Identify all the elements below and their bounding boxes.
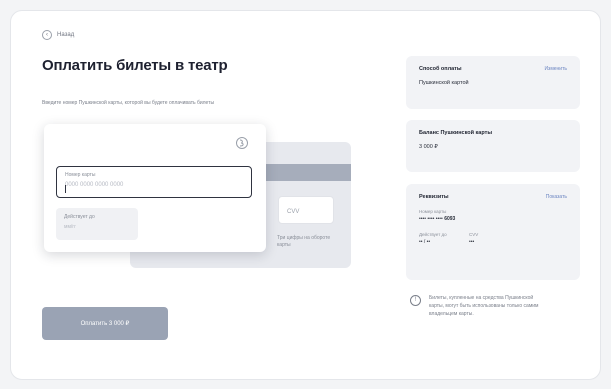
card-expiry-label: Действует до — [64, 214, 95, 220]
cvv-hint: Три цифры на обороте карты — [277, 235, 331, 248]
change-payment-link[interactable]: Изменить — [544, 66, 567, 72]
back-link[interactable]: ‹ Назад — [42, 30, 74, 40]
balance-panel: Баланс Пушкинской карты 3 000 ₽ — [406, 120, 580, 172]
back-label: Назад — [57, 32, 75, 38]
card-number-placeholder: 0000 0000 0000 0000 — [65, 182, 124, 188]
card-expiry-placeholder: мм/гг — [64, 224, 76, 230]
card-number-field[interactable]: Номер карты 0000 0000 0000 0000 — [56, 166, 252, 198]
balance-value: 3 000 ₽ — [419, 144, 438, 150]
arrow-left-icon: ‹ — [42, 30, 52, 40]
card-logo-icon — [236, 137, 248, 149]
requisites-panel: Реквизиты Показать Номер карты •••• ••••… — [406, 184, 580, 280]
show-requisites-link[interactable]: Показать — [546, 194, 567, 200]
info-note-text: Билеты, купленные на средства Пушкинской… — [429, 295, 539, 317]
payment-method-value: Пушкинской картой — [419, 80, 469, 86]
requisites-title: Реквизиты — [419, 194, 449, 200]
requisites-cvv-label: CVV — [469, 232, 479, 237]
balance-title: Баланс Пушкинской карты — [419, 130, 493, 136]
requisites-expiry-label: Действует до — [419, 232, 447, 237]
card-front: Номер карты 0000 0000 0000 0000 Действуе… — [44, 124, 266, 252]
requisites-cvv-value: ••• — [469, 239, 475, 245]
card-expiry-field[interactable]: Действует до мм/гг — [56, 208, 138, 240]
page-title: Оплатить билеты в театр — [42, 57, 228, 74]
card-number-label: Номер карты — [65, 172, 96, 178]
requisites-number-label: Номер карты — [419, 209, 447, 214]
text-caret — [65, 185, 66, 193]
page-subtitle: Введите номер Пушкинской карты, которой … — [42, 100, 215, 106]
requisites-expiry-value: •• / •• — [419, 239, 431, 245]
info-icon: ! — [410, 295, 421, 306]
info-note: ! Билеты, купленные на средства Пушкинск… — [410, 294, 580, 318]
pay-button[interactable]: Оплатить 3 000 ₽ — [42, 307, 168, 340]
cvv-input[interactable]: CVV — [278, 196, 334, 224]
payment-method-panel: Способ оплаты Изменить Пушкинской картой — [406, 56, 580, 109]
payment-method-title: Способ оплаты — [419, 66, 462, 72]
requisites-number-value: •••• •••• •••• 6093 — [419, 216, 456, 222]
